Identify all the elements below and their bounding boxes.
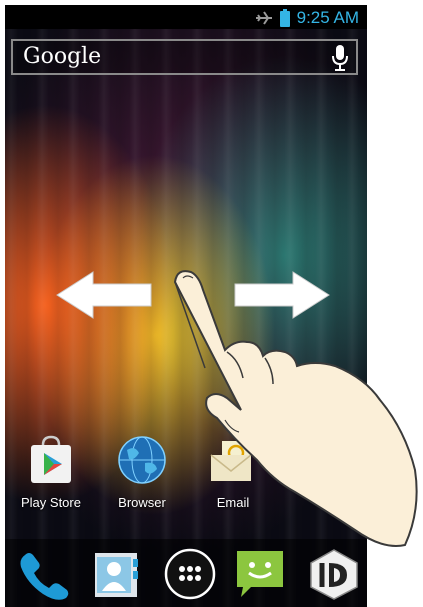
phone-icon[interactable]	[15, 547, 73, 601]
swiping-hand-icon	[173, 270, 418, 547]
play-store-icon	[31, 435, 71, 483]
battery-icon	[279, 9, 290, 27]
browser-globe-icon	[118, 436, 166, 484]
status-bar: 9:25 AM	[5, 5, 367, 29]
left-arrow-icon	[56, 271, 152, 319]
airplane-mode-icon	[255, 11, 272, 25]
google-search-bar[interactable]: Google	[11, 39, 358, 75]
mic-icon[interactable]	[332, 45, 348, 71]
app-play-store[interactable]: Play Store	[11, 435, 91, 510]
app-label: Play Store	[21, 495, 81, 510]
contacts-icon[interactable]	[89, 547, 143, 601]
status-time: 9:25 AM	[296, 8, 359, 27]
google-logo-text: Google	[23, 44, 102, 69]
